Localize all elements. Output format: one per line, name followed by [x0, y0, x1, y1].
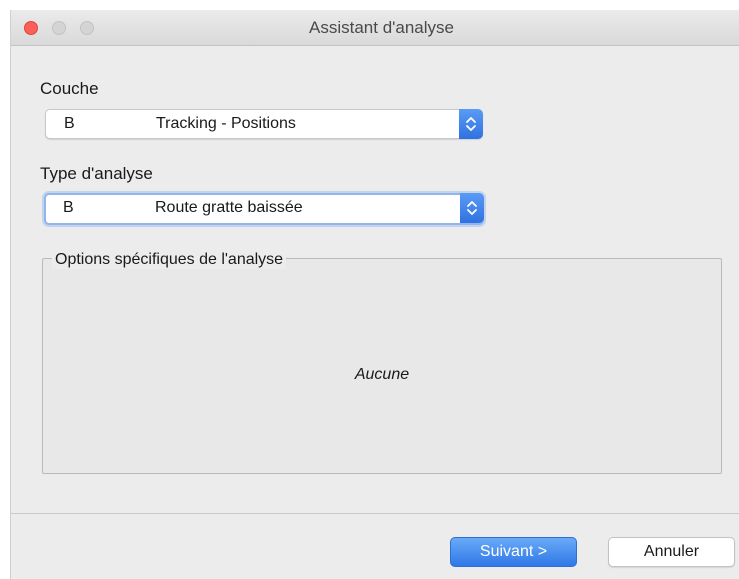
layer-select-prefix: B	[64, 115, 75, 132]
analysis-options-empty-text: Aucune	[354, 366, 410, 383]
analysis-options-legend: Options spécifiques de l'analyse	[52, 251, 287, 269]
analysis-type-select[interactable]: B Route gratte baissée	[44, 193, 484, 225]
footer-separator	[11, 513, 739, 514]
next-button[interactable]: Suivant >	[450, 537, 577, 567]
analysis-type-select-prefix: B	[63, 199, 74, 216]
window-title: Assistant d'analyse	[309, 18, 454, 37]
layer-select-value: Tracking - Positions	[156, 115, 296, 132]
analysis-type-select-value: Route gratte baissée	[155, 199, 303, 216]
title-bar[interactable]: Assistant d'analyse	[11, 10, 739, 46]
analysis-type-label: Type d'analyse	[40, 164, 153, 183]
layer-label: Couche	[40, 79, 99, 98]
analysis-wizard-window: Assistant d'analyse Couche B Tracking - …	[10, 10, 739, 579]
layer-select-stepper[interactable]	[459, 109, 483, 139]
up-down-chevron-icon	[466, 117, 476, 131]
layer-select[interactable]: B Tracking - Positions	[45, 109, 483, 139]
cancel-button[interactable]: Annuler	[608, 537, 735, 567]
up-down-chevron-icon	[467, 201, 477, 215]
analysis-type-select-stepper[interactable]	[460, 193, 484, 223]
